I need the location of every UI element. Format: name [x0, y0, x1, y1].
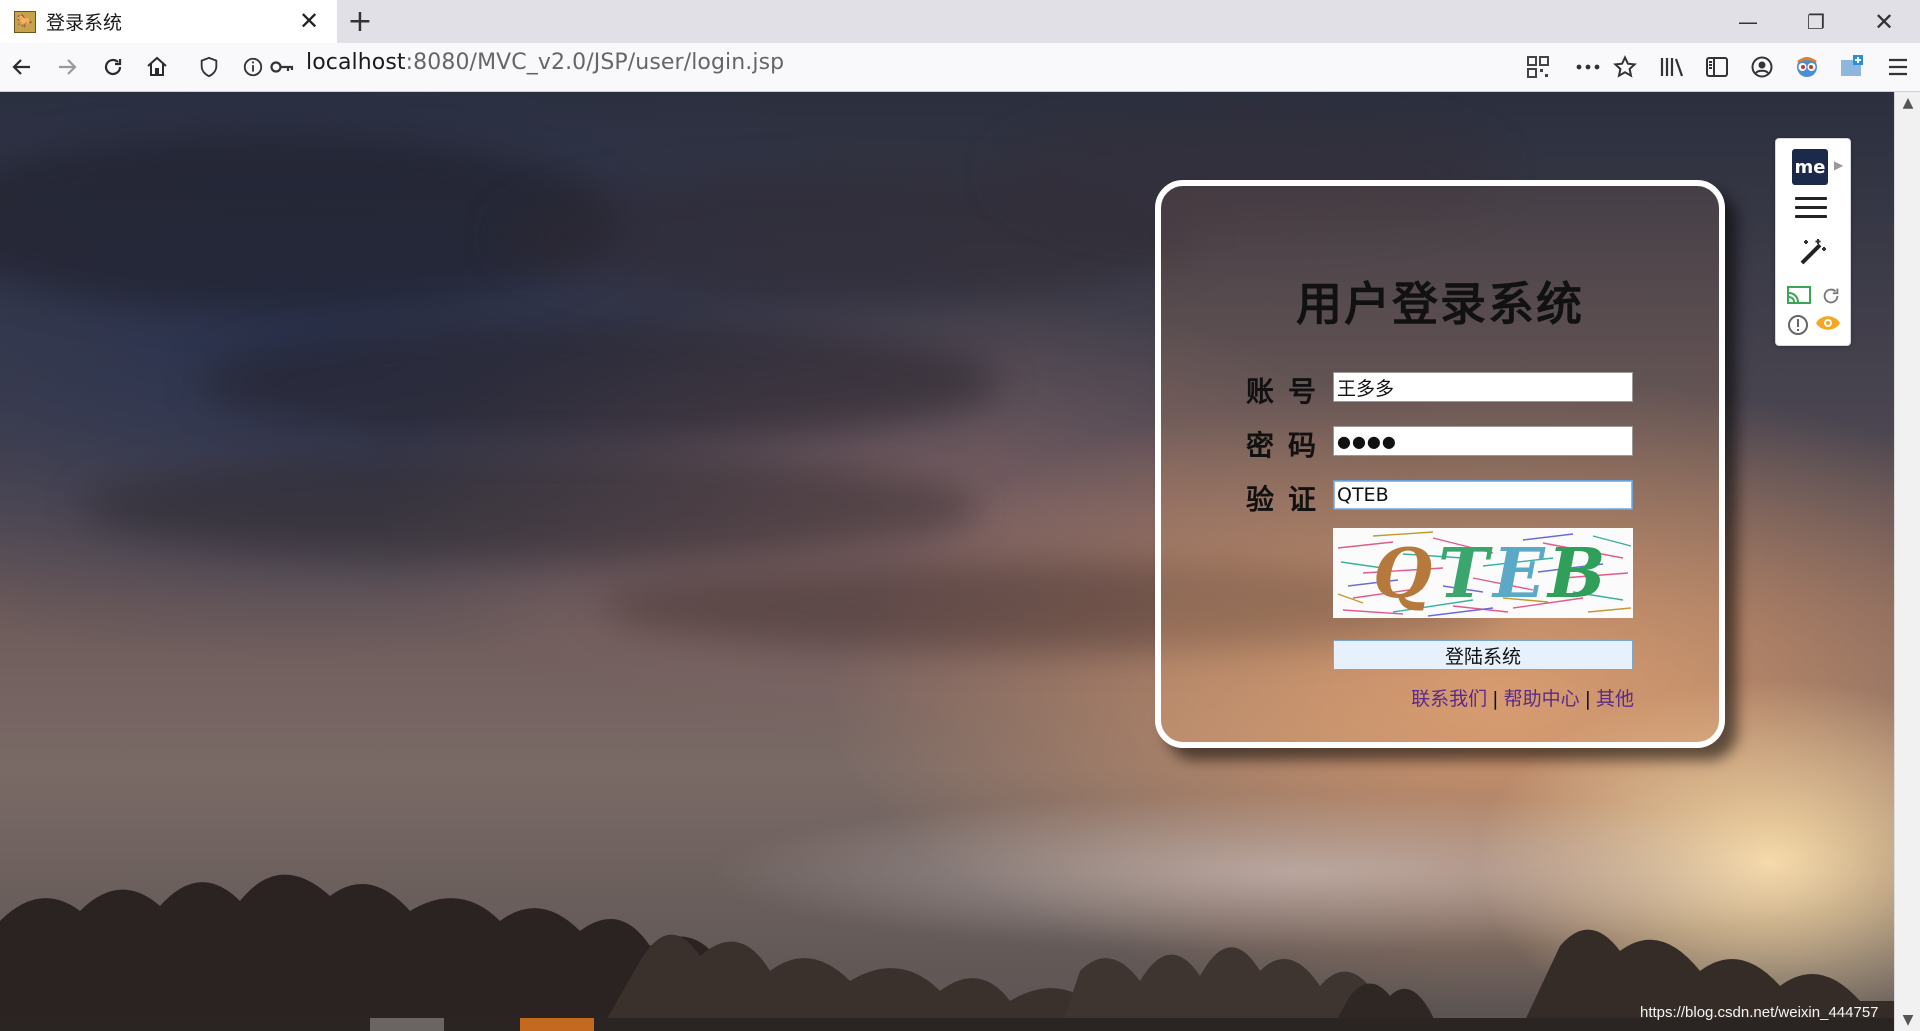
url-path: :8080/MVC_v2.0/JSP/user/login.jsp [405, 50, 785, 75]
warning-icon[interactable] [1786, 313, 1810, 341]
login-submit-button[interactable]: 登陆系统 [1333, 640, 1633, 670]
hamburger-icon[interactable] [1795, 197, 1827, 224]
window-close-button[interactable]: ✕ [1854, 0, 1914, 43]
extension-logo[interactable]: me [1792, 149, 1828, 185]
mountains-silhouette [0, 874, 1894, 1031]
eye-icon[interactable] [1814, 313, 1842, 341]
link-separator: | [1492, 688, 1499, 710]
captcha-letter: E [1493, 534, 1545, 614]
url-host: localhost [306, 50, 406, 75]
footer-links: 联系我们 | 帮助中心 | 其他 [1411, 684, 1634, 711]
bottom-strip-segment [370, 1018, 444, 1031]
tab-close-icon[interactable]: ✕ [297, 7, 321, 35]
login-title: 用户登录系统 [1296, 277, 1584, 331]
favicon-icon: 🐎 [14, 10, 36, 33]
minimize-button[interactable]: — [1718, 0, 1778, 43]
scroll-down-icon[interactable]: ▼ [1895, 1009, 1920, 1031]
home-icon[interactable] [141, 51, 173, 83]
account-input[interactable] [1333, 372, 1633, 402]
other-link[interactable]: 其他 [1596, 688, 1634, 710]
verify-label: 验证 [1246, 483, 1331, 516]
url-text[interactable]: localhost:8080/MVC_v2.0/JSP/user/login.j… [306, 50, 784, 75]
reload-icon[interactable] [97, 51, 129, 83]
more-icon[interactable] [1572, 51, 1604, 83]
sidebar-icon[interactable] [1701, 51, 1733, 83]
screenshot-icon[interactable] [1836, 51, 1868, 83]
restore-button[interactable]: ❐ [1786, 0, 1846, 43]
verify-code-input[interactable] [1333, 480, 1633, 510]
navigation-bar [0, 43, 1920, 92]
extension-panel: me ▶ [1775, 138, 1851, 346]
tab-login[interactable]: 🐎 登录系统 ✕ [0, 0, 337, 43]
cloud-shape [200, 322, 1000, 442]
new-tab-button[interactable]: + [344, 4, 376, 39]
tab-title: 登录系统 [46, 12, 123, 34]
refresh-icon[interactable] [1820, 285, 1842, 311]
password-input[interactable] [1333, 426, 1633, 456]
captcha-image[interactable]: Q T E B [1333, 528, 1633, 618]
captcha-letter: Q [1373, 534, 1433, 614]
password-label: 密码 [1246, 429, 1331, 462]
library-icon[interactable] [1656, 51, 1688, 83]
login-card: 用户登录系统 账号 密码 验证 Q T E B 登陆系统 联系我们|帮助中心|其… [1155, 180, 1725, 748]
back-icon[interactable] [6, 51, 38, 83]
help-center-link[interactable]: 帮助中心 [1504, 688, 1580, 710]
bottom-strip-segment [520, 1018, 594, 1031]
extension-icon[interactable] [1791, 51, 1823, 83]
cast-icon[interactable] [1786, 285, 1812, 311]
magic-wand-icon[interactable] [1796, 235, 1830, 276]
captcha-letter: T [1438, 534, 1489, 614]
tab-bar: 🐎 登录系统 ✕ + — ❐ ✕ [0, 0, 1920, 43]
expand-arrow-icon[interactable]: ▶ [1834, 158, 1843, 172]
menu-icon[interactable] [1882, 51, 1914, 83]
star-icon[interactable] [1609, 51, 1641, 83]
vertical-scrollbar[interactable]: ▲ ▼ [1894, 92, 1920, 1031]
watermark-text: https://blog.csdn.net/weixin_444757 [1640, 1004, 1879, 1021]
captcha-letter: B [1548, 534, 1606, 614]
forward-icon[interactable] [51, 51, 83, 83]
account-icon[interactable] [1746, 51, 1778, 83]
link-separator: | [1584, 688, 1591, 710]
bottom-strip [0, 1018, 1894, 1031]
scroll-up-icon[interactable]: ▲ [1895, 92, 1920, 114]
cloud-shape [80, 452, 980, 562]
contact-us-link[interactable]: 联系我们 [1411, 688, 1487, 710]
account-label: 账号 [1246, 375, 1331, 408]
qr-icon[interactable] [1522, 51, 1554, 83]
